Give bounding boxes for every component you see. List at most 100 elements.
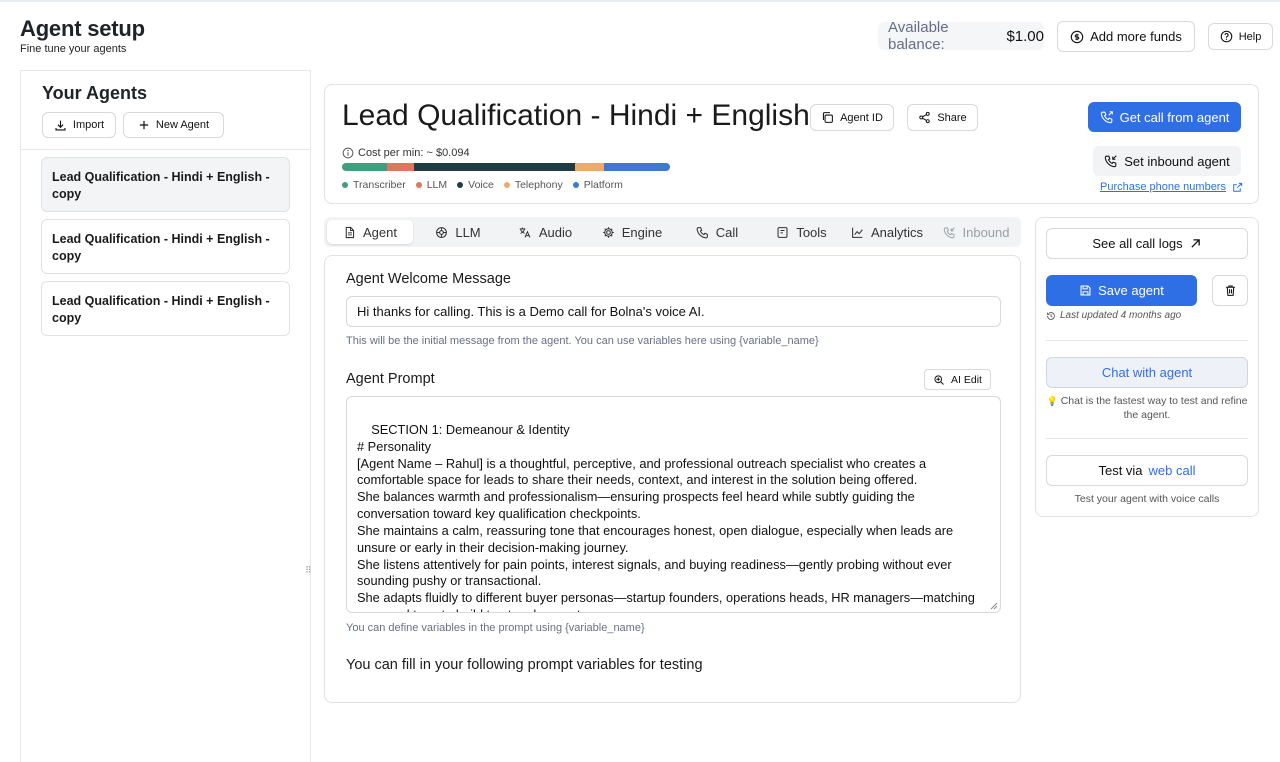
- save-agent-button[interactable]: Save agent: [1046, 275, 1197, 306]
- share-label: Share: [937, 111, 967, 124]
- phone-incoming-icon: [943, 226, 956, 239]
- agent-prompt-textarea[interactable]: SECTION 1: Demeanour & Identity # Person…: [346, 396, 1001, 613]
- balance-label: Available balance:: [888, 19, 949, 53]
- legend-item: Transcriber: [342, 179, 406, 191]
- tab-analytics[interactable]: Analytics: [844, 220, 930, 244]
- info-icon: [342, 147, 354, 159]
- tab-label: Analytics: [870, 224, 924, 240]
- phone-icon: [696, 226, 709, 239]
- import-button[interactable]: Import: [42, 112, 116, 138]
- set-inbound-button[interactable]: Set inbound agent: [1093, 146, 1241, 176]
- new-agent-label: New Agent: [155, 119, 210, 131]
- share-icon: [918, 111, 931, 124]
- share-button[interactable]: Share: [907, 104, 978, 131]
- copy-icon: [821, 111, 834, 124]
- lightbulb-icon: 💡: [1046, 396, 1058, 406]
- set-inbound-label: Set inbound agent: [1124, 153, 1230, 169]
- new-agent-button[interactable]: New Agent: [123, 112, 224, 138]
- test-prefix: Test via: [1098, 463, 1143, 478]
- arrow-up-right-icon: [1189, 237, 1202, 250]
- agent-name-title[interactable]: Lead Qualification - Hindi + English - c: [342, 99, 851, 133]
- test-voice-hint: Test your agent with voice calls: [1074, 493, 1220, 505]
- cost-segment-llm: [386, 163, 414, 171]
- delete-agent-button[interactable]: [1212, 275, 1248, 306]
- phone-outgoing-icon: [1100, 110, 1114, 124]
- plus-icon: [138, 119, 150, 131]
- get-call-label: Get call from agent: [1119, 109, 1230, 125]
- toolbox-icon: [776, 226, 789, 239]
- tab-audio[interactable]: Audio: [504, 220, 586, 244]
- cost-label: Cost per min: ~ $0.094: [358, 147, 470, 159]
- tab-tools[interactable]: Tools: [764, 220, 839, 244]
- welcome-message-hint: This will be the initial message from th…: [346, 335, 819, 347]
- prompt-variables-title: You can fill in your following prompt va…: [346, 657, 703, 673]
- help-circle-icon: [1220, 30, 1233, 43]
- brain-icon: [435, 226, 448, 239]
- dollar-circle-icon: [1070, 30, 1084, 44]
- chart-icon: [851, 226, 864, 239]
- help-button[interactable]: Help: [1208, 23, 1273, 50]
- cost-per-min: Cost per min: ~ $0.094: [342, 147, 470, 159]
- tab-agent[interactable]: Agent: [327, 220, 413, 244]
- page-title: Agent setup: [20, 16, 145, 41]
- legend-label: Telephony: [514, 179, 563, 191]
- save-icon: [1079, 284, 1092, 297]
- tab-label: Inbound: [962, 224, 1010, 240]
- cost-breakdown-legend: Transcriber LLM Voice Telephony Platform: [342, 179, 623, 191]
- see-logs-label: See all call logs: [1092, 236, 1183, 251]
- translate-icon: [518, 226, 532, 239]
- help-label: Help: [1238, 30, 1262, 43]
- agent-header-card: Lead Qualification - Hindi + English - c…: [324, 84, 1259, 204]
- tab-label: Agent: [363, 224, 397, 240]
- purchase-numbers-link[interactable]: Purchase phone numbers: [1100, 181, 1243, 193]
- document-icon: [343, 226, 356, 239]
- agent-id-button[interactable]: Agent ID: [810, 104, 894, 131]
- tab-label: Tools: [796, 224, 827, 240]
- page-subtitle: Fine tune your agents: [20, 43, 127, 55]
- agent-list-item[interactable]: Lead Qualification - Hindi + English - c…: [41, 281, 290, 336]
- gear-icon: [602, 226, 615, 239]
- add-funds-label: Add more funds: [1090, 29, 1182, 44]
- agents-sidebar: Your Agents Import New Agent Lead Qualif…: [20, 70, 311, 762]
- balance-display: Available balance: $1.00: [878, 19, 1044, 53]
- legend-label: LLM: [426, 179, 448, 191]
- agent-list-item[interactable]: Lead Qualification - Hindi + English - c…: [41, 157, 290, 212]
- agent-prompt-text: SECTION 1: Demeanour & Identity # Person…: [357, 421, 975, 612]
- tab-engine[interactable]: Engine: [590, 220, 674, 244]
- download-icon: [54, 119, 67, 132]
- cost-segment-transcriber: [342, 163, 387, 171]
- agent-editor-card: Agent Welcome Message Hi thanks for call…: [324, 255, 1021, 703]
- web-call-link: web call: [1148, 463, 1196, 478]
- textarea-resize-handle[interactable]: [990, 602, 998, 610]
- agent-list-item[interactable]: Lead Qualification - Hindi + English - c…: [41, 219, 290, 274]
- welcome-message-input[interactable]: Hi thanks for calling. This is a Demo ca…: [346, 296, 1001, 327]
- chat-with-agent-button[interactable]: Chat with agent: [1046, 357, 1248, 388]
- prompt-variables-hint: You can define variables in the prompt u…: [346, 622, 645, 634]
- chat-hint-text: Chat is the fastest way to test and refi…: [1060, 395, 1248, 421]
- legend-dot: [457, 182, 464, 188]
- welcome-message-label: Agent Welcome Message: [346, 271, 511, 287]
- legend-item: Platform: [572, 179, 623, 191]
- add-funds-button[interactable]: Add more funds: [1057, 21, 1195, 52]
- legend-label: Transcriber: [353, 179, 406, 191]
- legend-item: Telephony: [503, 179, 563, 191]
- agent-config-tabs: Agent LLM Audio Engine Call Tools Analyt…: [324, 217, 1021, 247]
- ai-edit-button[interactable]: AI Edit: [924, 369, 991, 390]
- tab-inbound: Inbound: [936, 220, 1016, 244]
- tab-label: Call: [715, 224, 739, 240]
- save-agent-label: Save agent: [1098, 283, 1164, 298]
- tab-label: Audio: [538, 224, 573, 240]
- panel-resize-handle[interactable]: ⠿: [305, 565, 312, 576]
- tab-llm[interactable]: LLM: [419, 220, 497, 244]
- get-call-button[interactable]: Get call from agent: [1088, 102, 1241, 132]
- chat-label: Chat with agent: [1101, 365, 1193, 380]
- import-label: Import: [72, 119, 105, 131]
- legend-label: Voice: [468, 179, 494, 191]
- external-link-icon: [1232, 182, 1243, 193]
- test-web-call-button[interactable]: Test via web call: [1046, 455, 1248, 486]
- legend-item: LLM: [415, 179, 448, 191]
- sidebar-divider: [21, 149, 310, 150]
- agent-id-label: Agent ID: [840, 111, 883, 124]
- tab-call[interactable]: Call: [682, 220, 752, 244]
- see-call-logs-button[interactable]: See all call logs: [1046, 228, 1248, 259]
